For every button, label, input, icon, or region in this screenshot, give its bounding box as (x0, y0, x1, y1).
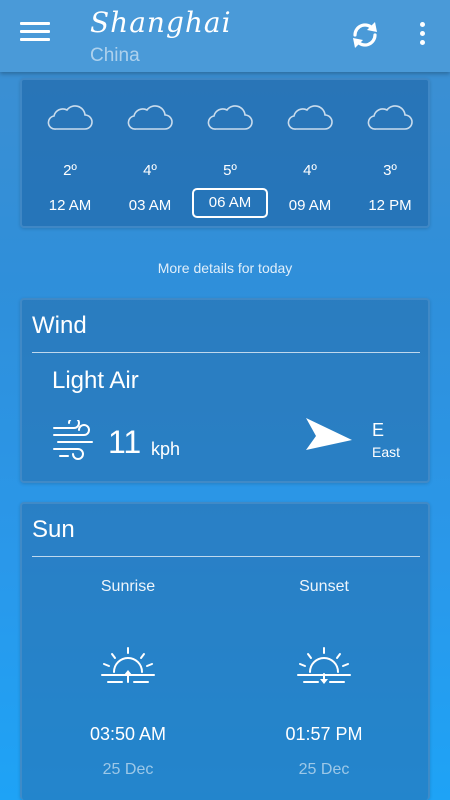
cloud-icon (367, 105, 413, 130)
sun-card: Sun Sunrise 03:50 AM 25 Dec Sunset 01:57… (20, 502, 430, 800)
refresh-icon[interactable] (348, 18, 382, 52)
hourly-forecast-card: 2º 12 AM 4º 03 AM 5º 06 AM 4º 09 AM 3º 1… (20, 78, 430, 228)
sunrise-label: Sunrise (100, 578, 156, 595)
sunrise-time: 03:50 AM (89, 724, 167, 744)
wind-description: Light Air (52, 367, 139, 394)
wind-unit: kph (151, 439, 181, 459)
hourly-time[interactable]: 06 AM (192, 188, 268, 218)
cloud-icon (287, 105, 333, 130)
menu-icon[interactable] (20, 22, 50, 48)
hourly-temp: 5º (223, 162, 237, 179)
sunset-icon (297, 647, 351, 684)
more-options-icon[interactable] (414, 22, 430, 50)
app-bar: Shanghai China (0, 0, 450, 72)
wind-direction: E (372, 420, 385, 440)
city-name: Shanghai (90, 6, 232, 39)
hourly-item[interactable]: 4º 09 AM (270, 80, 350, 230)
hourly-item[interactable]: 3º 12 PM (350, 80, 430, 230)
hourly-time: 12 PM (368, 197, 412, 214)
sunrise-section: Sunrise 03:50 AM 25 Dec (28, 504, 228, 800)
wind-speed: 11 (108, 424, 142, 460)
sunset-section: Sunset 01:57 PM 25 Dec (224, 504, 424, 800)
hourly-item-selected[interactable]: 5º 06 AM (190, 80, 270, 230)
country-name: China (90, 45, 140, 66)
cloud-icon (207, 105, 253, 130)
hourly-time: 12 AM (48, 197, 92, 214)
sunset-time: 01:57 PM (285, 724, 363, 744)
hourly-temp: 4º (143, 162, 157, 179)
cloud-icon (47, 105, 93, 130)
hourly-time: 09 AM (288, 197, 332, 214)
more-details-link[interactable]: More details for today (0, 260, 450, 276)
sunrise-date: 25 Dec (102, 761, 154, 778)
hourly-temp: 3º (383, 162, 397, 179)
hourly-temp: 4º (303, 162, 317, 179)
cloud-icon (127, 105, 173, 130)
wind-icon (53, 420, 93, 460)
divider (32, 352, 420, 353)
hourly-item[interactable]: 4º 03 AM (110, 80, 190, 230)
sunset-label: Sunset (299, 578, 349, 595)
sunset-date: 25 Dec (298, 761, 350, 778)
hourly-temp: 2º (63, 162, 77, 179)
hourly-item[interactable]: 2º 12 AM (30, 80, 110, 230)
sunrise-icon (101, 647, 155, 683)
wind-direction-name: East (372, 444, 401, 460)
hourly-time: 03 AM (128, 197, 172, 214)
wind-direction-arrow-icon (306, 418, 352, 450)
wind-card: Wind Light Air 11 kph E East (20, 298, 430, 483)
wind-title: Wind (32, 312, 87, 339)
